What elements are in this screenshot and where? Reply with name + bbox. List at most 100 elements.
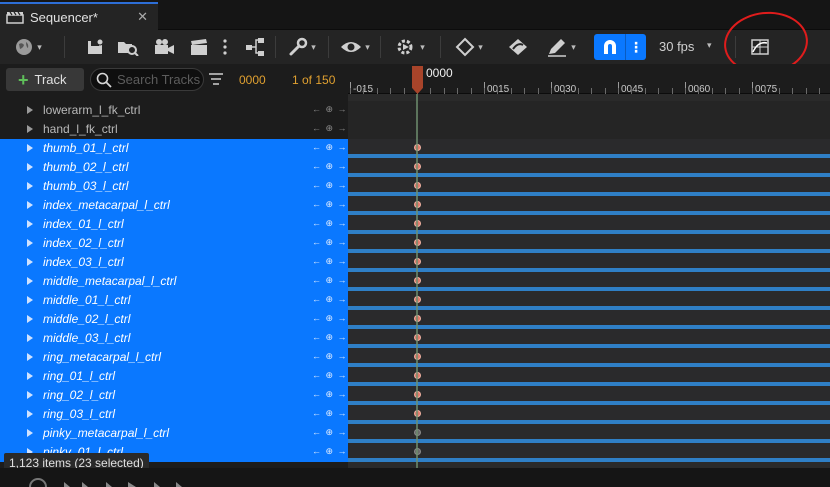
- track-lane[interactable]: [348, 234, 830, 253]
- track-row[interactable]: middle_03_l_ctrl ← ⊕ →: [0, 329, 348, 348]
- expand-arrow-icon[interactable]: [27, 258, 33, 266]
- track-lane[interactable]: [348, 310, 830, 329]
- playback-options-button[interactable]: ▾: [390, 36, 430, 58]
- close-tab-icon[interactable]: ✕: [137, 9, 148, 25]
- key-navigation-icon[interactable]: ← ⊕ →: [312, 275, 348, 286]
- expand-arrow-icon[interactable]: [27, 410, 33, 418]
- hierarchy-button[interactable]: [242, 36, 268, 58]
- expand-arrow-icon[interactable]: [27, 106, 33, 114]
- track-lane[interactable]: [348, 215, 830, 234]
- key-navigation-icon[interactable]: ← ⊕ →: [312, 161, 348, 172]
- expand-arrow-icon[interactable]: [27, 144, 33, 152]
- track-row[interactable]: ring_metacarpal_l_ctrl ← ⊕ →: [0, 348, 348, 367]
- transport-controls-icon[interactable]: [26, 468, 216, 487]
- expand-arrow-icon[interactable]: [27, 277, 33, 285]
- view-options-button[interactable]: ▾: [336, 36, 374, 58]
- current-frame-readout[interactable]: 0000: [239, 73, 266, 87]
- world-button[interactable]: ▾: [10, 36, 46, 58]
- key-navigation-icon[interactable]: ← ⊕ →: [312, 199, 348, 210]
- track-row[interactable]: index_metacarpal_l_ctrl ← ⊕ →: [0, 196, 348, 215]
- key-navigation-icon[interactable]: ← ⊕ →: [312, 389, 348, 400]
- snap-options-icon[interactable]: ⋮: [626, 39, 646, 56]
- track-lane[interactable]: [348, 272, 830, 291]
- track-row[interactable]: index_02_l_ctrl ← ⊕ →: [0, 234, 348, 253]
- filter-icon[interactable]: [209, 73, 223, 85]
- expand-arrow-icon[interactable]: [27, 334, 33, 342]
- track-lane[interactable]: [348, 443, 830, 462]
- find-in-content-button[interactable]: [116, 36, 140, 58]
- expand-arrow-icon[interactable]: [27, 125, 33, 133]
- expand-arrow-icon[interactable]: [27, 182, 33, 190]
- track-lane[interactable]: [348, 177, 830, 196]
- snap-button[interactable]: ⋮: [594, 34, 646, 60]
- edit-options-button[interactable]: ▾: [540, 36, 582, 58]
- expand-arrow-icon[interactable]: [27, 353, 33, 361]
- tools-button[interactable]: ▾: [284, 36, 320, 58]
- track-row[interactable]: ring_01_l_ctrl ← ⊕ →: [0, 367, 348, 386]
- track-lane[interactable]: [348, 158, 830, 177]
- track-row[interactable]: ring_02_l_ctrl ← ⊕ →: [0, 386, 348, 405]
- track-row[interactable]: hand_l_fk_ctrl ← ⊕ →: [0, 120, 348, 139]
- track-row[interactable]: thumb_03_l_ctrl ← ⊕ →: [0, 177, 348, 196]
- search-tracks-field[interactable]: [90, 68, 204, 91]
- track-area[interactable]: [348, 94, 830, 468]
- key-navigation-icon[interactable]: ← ⊕ →: [312, 427, 348, 438]
- track-row[interactable]: middle_metacarpal_l_ctrl ← ⊕ →: [0, 272, 348, 291]
- render-movie-button[interactable]: [152, 36, 176, 58]
- key-navigation-icon[interactable]: ← ⊕ →: [312, 256, 348, 267]
- track-row[interactable]: lowerarm_l_fk_ctrl ← ⊕ →: [0, 101, 348, 120]
- save-button[interactable]: [84, 36, 106, 58]
- expand-arrow-icon[interactable]: [27, 429, 33, 437]
- key-navigation-icon[interactable]: ← ⊕ →: [312, 142, 348, 153]
- expand-arrow-icon[interactable]: [27, 315, 33, 323]
- track-lane[interactable]: [348, 367, 830, 386]
- track-row[interactable]: thumb_02_l_ctrl ← ⊕ →: [0, 158, 348, 177]
- expand-arrow-icon[interactable]: [27, 220, 33, 228]
- expand-arrow-icon[interactable]: [27, 201, 33, 209]
- key-options-button[interactable]: ▾: [450, 36, 488, 58]
- track-lane[interactable]: [348, 120, 830, 139]
- track-lane[interactable]: [348, 348, 830, 367]
- expand-arrow-icon[interactable]: [27, 372, 33, 380]
- key-navigation-icon[interactable]: ← ⊕ →: [312, 408, 348, 419]
- key-navigation-icon[interactable]: ← ⊕ →: [312, 294, 348, 305]
- track-row[interactable]: ring_03_l_ctrl ← ⊕ →: [0, 405, 348, 424]
- key-navigation-icon[interactable]: ← ⊕ →: [312, 370, 348, 381]
- chevron-down-icon[interactable]: ▾: [707, 40, 712, 51]
- track-lane[interactable]: [348, 196, 830, 215]
- search-input[interactable]: [117, 72, 203, 87]
- key-navigation-icon[interactable]: ← ⊕ →: [312, 351, 348, 362]
- section-bar[interactable]: [348, 458, 830, 462]
- track-lane[interactable]: [348, 329, 830, 348]
- clapper-button[interactable]: [187, 36, 211, 58]
- key-navigation-icon[interactable]: ← ⊕ →: [312, 218, 348, 229]
- key-navigation-icon[interactable]: ← ⊕ →: [312, 332, 348, 343]
- track-lane[interactable]: [348, 424, 830, 443]
- key-navigation-icon[interactable]: ← ⊕ →: [312, 237, 348, 248]
- key-navigation-icon[interactable]: ← ⊕ →: [312, 180, 348, 191]
- expand-arrow-icon[interactable]: [27, 163, 33, 171]
- track-row[interactable]: index_03_l_ctrl ← ⊕ →: [0, 253, 348, 272]
- track-row[interactable]: thumb_01_l_ctrl ← ⊕ →: [0, 139, 348, 158]
- track-lane[interactable]: [348, 101, 830, 120]
- track-row[interactable]: pinky_metacarpal_l_ctrl ← ⊕ →: [0, 424, 348, 443]
- tab-sequencer[interactable]: Sequencer* ✕: [0, 2, 158, 30]
- track-row[interactable]: middle_02_l_ctrl ← ⊕ →: [0, 310, 348, 329]
- track-lane[interactable]: [348, 139, 830, 158]
- track-row[interactable]: middle_01_l_ctrl ← ⊕ →: [0, 291, 348, 310]
- expand-arrow-icon[interactable]: [27, 239, 33, 247]
- track-row[interactable]: index_01_l_ctrl ← ⊕ →: [0, 215, 348, 234]
- key-navigation-icon[interactable]: ← ⊕ →: [312, 446, 348, 457]
- track-lane[interactable]: [348, 405, 830, 424]
- expand-arrow-icon[interactable]: [27, 391, 33, 399]
- key-interpolation-button[interactable]: [506, 36, 530, 58]
- expand-arrow-icon[interactable]: [27, 296, 33, 304]
- key-navigation-icon[interactable]: ← ⊕ →: [312, 123, 348, 134]
- more-options-button[interactable]: [220, 36, 230, 58]
- key-navigation-icon[interactable]: ← ⊕ →: [312, 313, 348, 324]
- frame-rate-label[interactable]: 30 fps: [659, 39, 694, 54]
- add-track-button[interactable]: + Track: [6, 68, 84, 91]
- track-lane[interactable]: [348, 253, 830, 272]
- track-lane[interactable]: [348, 291, 830, 310]
- track-lane[interactable]: [348, 386, 830, 405]
